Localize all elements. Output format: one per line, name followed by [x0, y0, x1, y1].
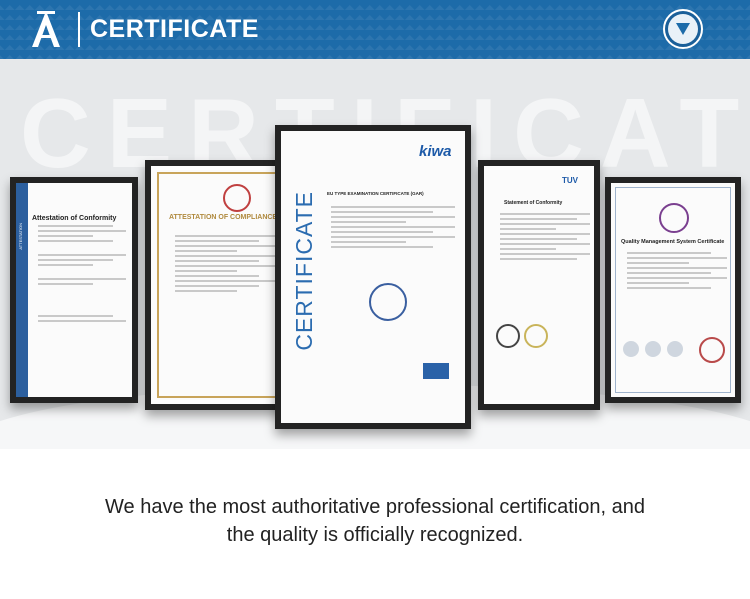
- text-line: [627, 287, 711, 289]
- text-line: [175, 280, 275, 282]
- certificate-title: Quality Management System Certificate: [621, 239, 725, 245]
- text-line: [627, 262, 689, 264]
- text-line: [331, 206, 455, 208]
- text-line: [500, 223, 590, 225]
- accreditation-badge-icon: [645, 341, 661, 357]
- certificate-paper-5: Quality Management System Certificate: [611, 183, 735, 397]
- text-line: [627, 277, 727, 279]
- text-line: [38, 264, 93, 266]
- text-line: [38, 235, 93, 237]
- text-line: [500, 213, 590, 215]
- caption: We have the most authoritative professio…: [0, 493, 750, 549]
- tuv-logo: TUV: [562, 176, 578, 185]
- text-line: [175, 235, 275, 237]
- text-line: [175, 255, 275, 257]
- text-line: [38, 254, 126, 256]
- certificate-paper-2: ATTESTATION OF COMPLIANCE: [151, 166, 287, 404]
- certificate-seal-icon: [223, 184, 251, 212]
- certificate-title: Statement of Conformity: [504, 200, 563, 206]
- text-line: [500, 243, 590, 245]
- header-bar: CERTIFICATE: [0, 0, 750, 59]
- text-line: [38, 259, 113, 261]
- stamp-icon: [699, 337, 725, 363]
- certificate-body: [621, 249, 733, 292]
- certificate-paper-3: CERTIFICATE kiwa EU TYPE EXAMINATION CER…: [281, 131, 465, 423]
- text-line: [627, 272, 711, 274]
- accreditation-badge-icon: [667, 341, 683, 357]
- text-line: [331, 236, 455, 238]
- text-line: [38, 320, 126, 322]
- text-line: [331, 231, 433, 233]
- certificate-side-band: [16, 183, 28, 397]
- dropdown-button[interactable]: [663, 9, 703, 49]
- chevron-down-icon: [676, 23, 690, 35]
- caption-line-1: We have the most authoritative professio…: [105, 496, 645, 518]
- text-line: [331, 211, 433, 213]
- certificate-title: Attestation of Conformity: [32, 215, 117, 222]
- certificate-frame-1: ATTESTATION Attestation of Conformity: [10, 177, 138, 403]
- text-line: [500, 233, 590, 235]
- accreditation-badge-icon: [623, 341, 639, 357]
- text-line: [38, 278, 126, 280]
- certificate-paper-1: ATTESTATION Attestation of Conformity: [16, 183, 132, 397]
- text-line: [627, 252, 711, 254]
- ce-mark-icon: [496, 324, 520, 348]
- text-line: [331, 226, 455, 228]
- certificate-title: EU TYPE EXAMINATION CERTIFICATE (GAR): [327, 191, 424, 196]
- certificate-body: [325, 203, 461, 251]
- text-line: [175, 250, 237, 252]
- seal-icon: [524, 324, 548, 348]
- text-line: [500, 228, 557, 230]
- text-line: [175, 265, 275, 267]
- text-line: [627, 282, 689, 284]
- text-line: [38, 240, 113, 242]
- text-line: [500, 238, 577, 240]
- certificate-frame-5: Quality Management System Certificate: [605, 177, 741, 403]
- certificate-title: ATTESTATION OF COMPLIANCE: [169, 214, 278, 221]
- text-line: [331, 221, 406, 223]
- text-line: [331, 216, 455, 218]
- text-line: [500, 258, 577, 260]
- text-line: [500, 248, 557, 250]
- certificate-logo-icon: [659, 203, 689, 233]
- certificate-frame-4: TUV Statement of Conformity: [478, 160, 600, 410]
- text-line: [38, 315, 113, 317]
- page-title: CERTIFICATE: [90, 15, 259, 43]
- text-line: [331, 241, 406, 243]
- text-line: [175, 240, 259, 242]
- certificate-paper-4: TUV Statement of Conformity: [484, 166, 594, 404]
- certificate-side-label: CERTIFICATE: [291, 191, 317, 351]
- certificate-frame-3: CERTIFICATE kiwa EU TYPE EXAMINATION CER…: [275, 125, 471, 429]
- dropdown-button-face: [668, 14, 698, 44]
- kiwa-logo: kiwa: [419, 143, 452, 160]
- certificate-body: Attestation of Conformity: [32, 215, 132, 325]
- brand-a-logo: [26, 9, 66, 49]
- text-line: [175, 285, 259, 287]
- eak-logo: [423, 363, 449, 379]
- text-line: [175, 245, 275, 247]
- text-line: [175, 290, 237, 292]
- certificate-side-label: ATTESTATION: [18, 223, 23, 250]
- text-line: [500, 218, 577, 220]
- text-line: [175, 260, 259, 262]
- text-line: [38, 283, 93, 285]
- certificate-frame-2: ATTESTATION OF COMPLIANCE: [145, 160, 293, 410]
- text-line: [175, 270, 237, 272]
- text-line: [331, 246, 433, 248]
- text-line: [38, 225, 113, 227]
- caption-line-2: the quality is officially recognized.: [226, 524, 524, 546]
- certificate-stamp-icon: [369, 283, 407, 321]
- text-line: [500, 253, 590, 255]
- text-line: [627, 257, 727, 259]
- text-line: [175, 275, 259, 277]
- certificate-body: [494, 210, 594, 263]
- certificate-body: [169, 232, 281, 295]
- certificate-display: CERTIFICATE ATTESTATION Attestation of C…: [0, 59, 750, 449]
- text-line: [627, 267, 727, 269]
- text-line: [38, 230, 126, 232]
- header-separator: [78, 12, 80, 47]
